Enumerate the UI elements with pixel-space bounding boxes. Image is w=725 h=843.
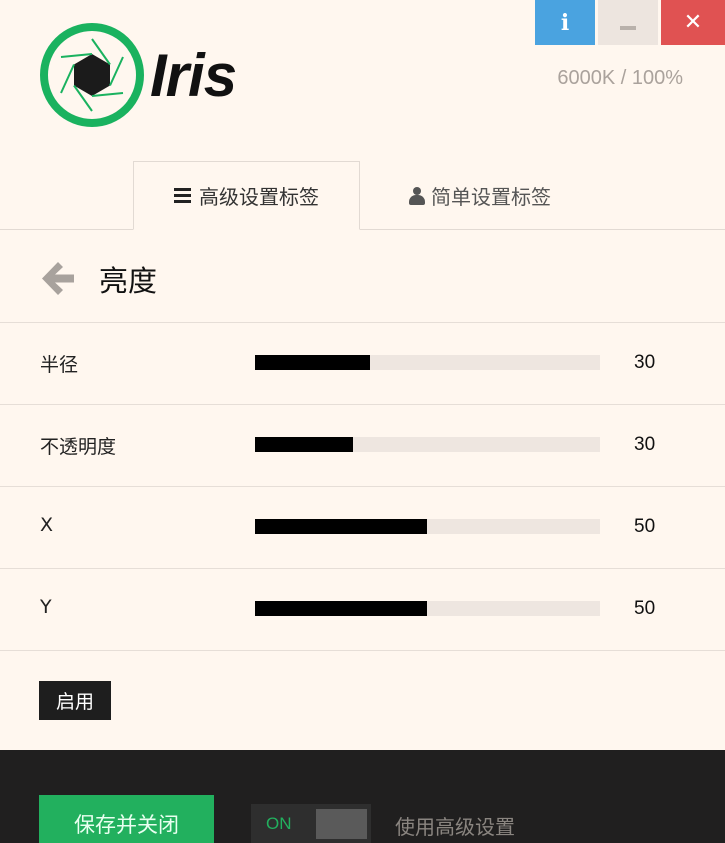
divider bbox=[0, 486, 725, 487]
app-name: Iris bbox=[150, 42, 237, 109]
divider bbox=[0, 322, 725, 323]
opacity-slider[interactable] bbox=[255, 437, 600, 452]
menu-icon bbox=[174, 185, 191, 206]
minimize-button[interactable] bbox=[598, 0, 658, 45]
radius-slider[interactable] bbox=[255, 355, 600, 370]
divider bbox=[0, 650, 725, 651]
iris-logo-icon bbox=[40, 23, 144, 127]
info-icon: i bbox=[560, 9, 570, 36]
x-label: X bbox=[40, 514, 54, 536]
status-readout: 6000K / 100% bbox=[557, 67, 683, 89]
user-icon bbox=[409, 186, 425, 205]
y-label: Y bbox=[40, 596, 52, 618]
tab-advanced-settings[interactable]: 高级设置标签 bbox=[133, 161, 360, 230]
divider bbox=[0, 568, 725, 569]
divider bbox=[0, 404, 725, 405]
x-value: 50 bbox=[634, 516, 656, 537]
slider-fill bbox=[255, 355, 370, 370]
back-arrow-icon[interactable] bbox=[40, 260, 76, 297]
tab-label: 高级设置标签 bbox=[199, 185, 319, 209]
info-button[interactable]: i bbox=[535, 0, 595, 45]
x-slider[interactable] bbox=[255, 519, 600, 534]
radius-label: 半径 bbox=[40, 354, 79, 376]
close-button[interactable]: ✕ bbox=[661, 0, 725, 45]
save-and-close-button[interactable]: 保存并关闭 bbox=[39, 795, 214, 843]
advanced-settings-toggle[interactable]: ON bbox=[251, 804, 371, 843]
opacity-label: 不透明度 bbox=[40, 436, 117, 458]
tab-simple-settings[interactable]: 简单设置标签 bbox=[360, 161, 600, 230]
minimize-icon bbox=[620, 25, 636, 30]
y-slider[interactable] bbox=[255, 601, 600, 616]
radius-value: 30 bbox=[634, 352, 656, 373]
toggle-label: 使用高级设置 bbox=[395, 815, 515, 839]
toggle-knob[interactable] bbox=[316, 809, 367, 839]
opacity-value: 30 bbox=[634, 434, 656, 455]
slider-fill bbox=[255, 437, 353, 452]
tab-label: 简单设置标签 bbox=[431, 185, 551, 209]
close-icon: ✕ bbox=[683, 10, 703, 35]
page-title: 亮度 bbox=[99, 264, 158, 298]
enable-button[interactable]: 启用 bbox=[39, 681, 111, 720]
y-value: 50 bbox=[634, 598, 656, 619]
slider-fill bbox=[255, 601, 427, 616]
footer-bar: 保存并关闭 ON 使用高级设置 bbox=[0, 750, 725, 843]
slider-fill bbox=[255, 519, 427, 534]
toggle-state: ON bbox=[266, 814, 292, 833]
